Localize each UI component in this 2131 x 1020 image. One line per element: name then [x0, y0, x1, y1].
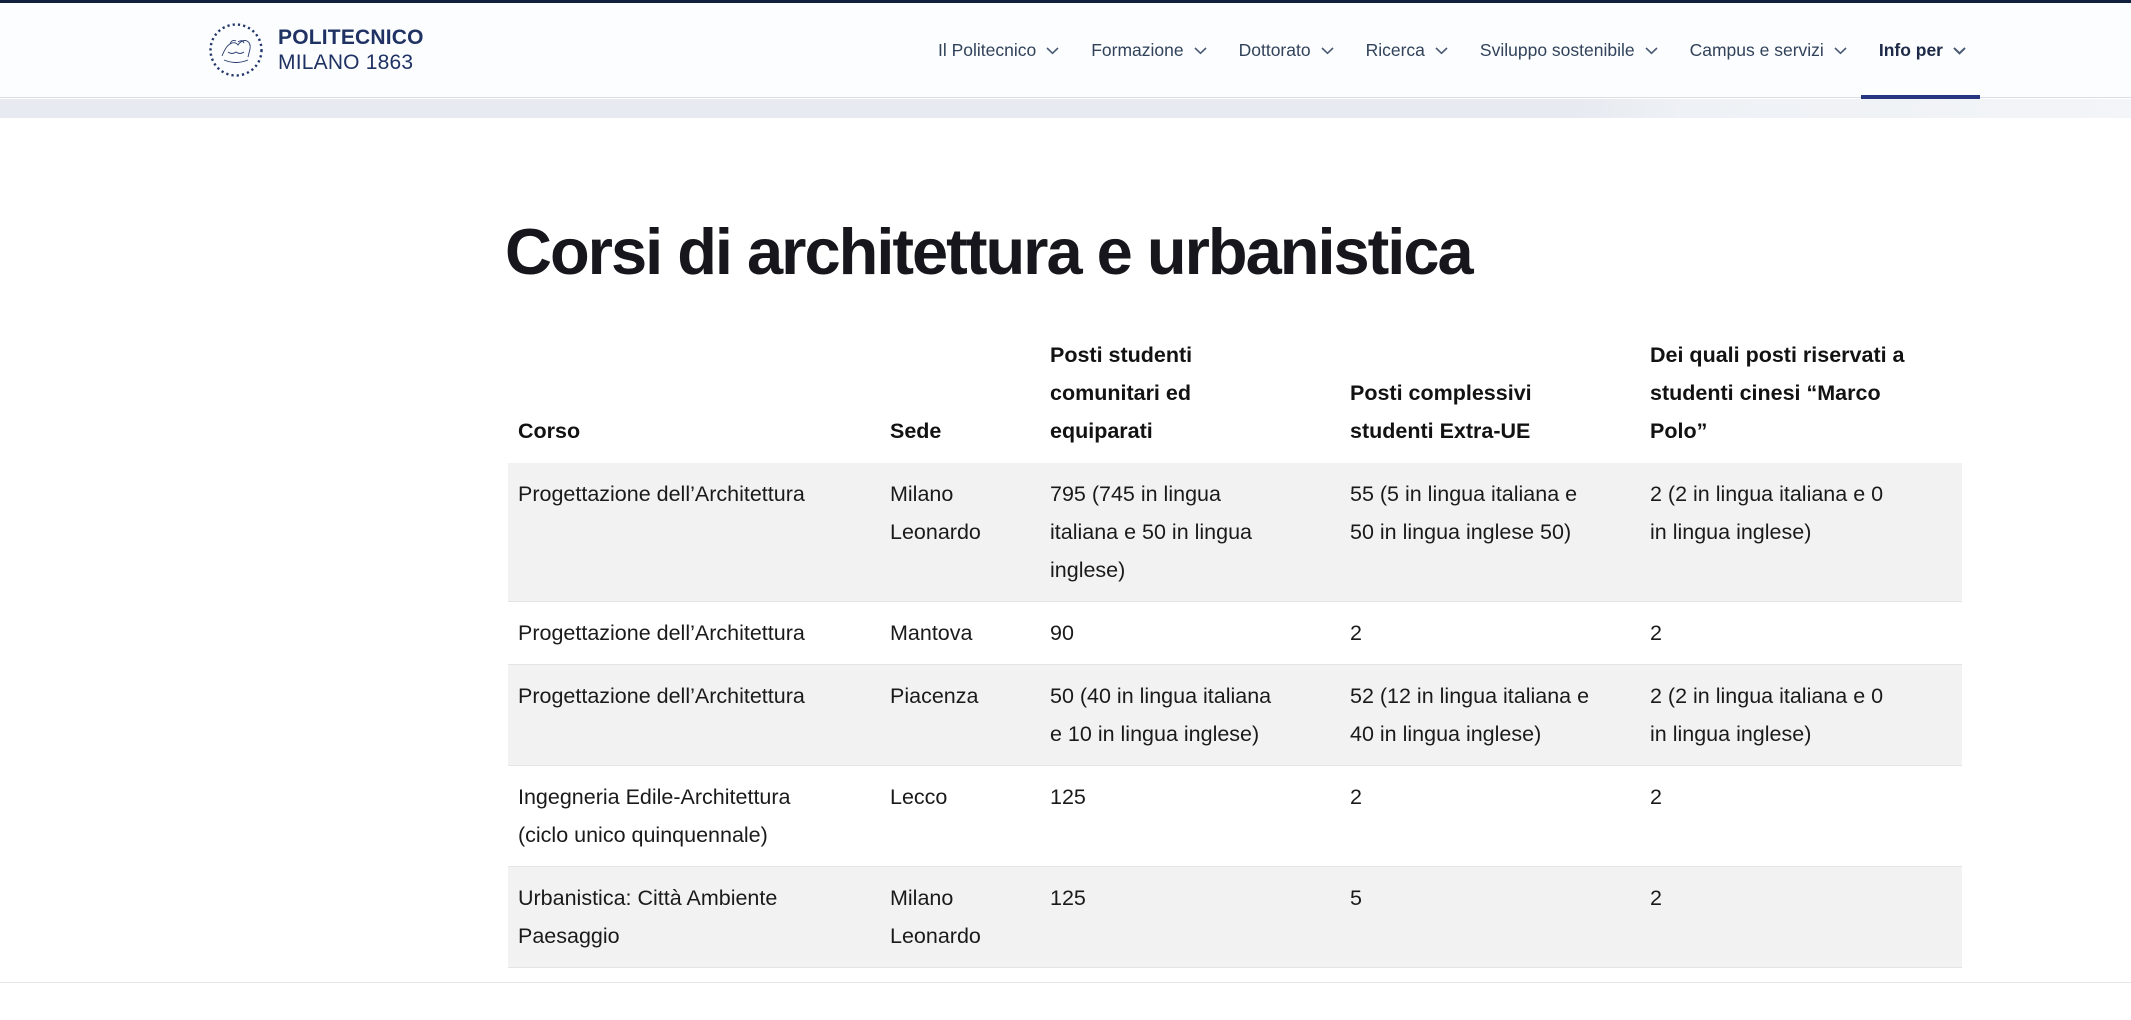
chevron-down-icon	[1194, 47, 1207, 55]
nav-item-dottorato[interactable]: Dottorato	[1239, 3, 1334, 98]
cell-posti-marco-polo: 2	[1640, 766, 1962, 867]
table-row: Urbanistica: Città Ambiente Paesaggio Mi…	[508, 867, 1962, 968]
cell-posti-comunitari: 90	[1040, 602, 1340, 665]
nav-item-label: Info per	[1879, 40, 1943, 61]
section-divider	[0, 982, 2131, 983]
cell-posti-comunitari: 795 (745 in lingua italiana e 50 in ling…	[1040, 463, 1340, 602]
chevron-down-icon	[1321, 47, 1334, 55]
nav-item-label: Ricerca	[1366, 40, 1425, 61]
page-title: Corsi di architettura e urbanistica	[505, 215, 1472, 290]
cell-corso: Progettazione dell’Architettura	[508, 665, 880, 766]
column-header-posti-marco-polo: Dei quali posti riservati a studenti cin…	[1640, 336, 1962, 463]
cell-posti-marco-polo: 2	[1640, 602, 1962, 665]
nav-item-formazione[interactable]: Formazione	[1091, 3, 1206, 98]
logo-line2: MILANO 1863	[278, 50, 424, 75]
polimi-logo[interactable]: POLITECNICO MILANO 1863	[208, 22, 424, 78]
cell-sede: Milano Leonardo	[880, 867, 1040, 968]
table-row: Progettazione dell’Architettura Mantova …	[508, 602, 1962, 665]
courses-table: Corso Sede Posti studenti comunitari ed …	[508, 336, 1962, 968]
cell-posti-extra-ue: 55 (5 in lingua italiana e 50 in lingua …	[1340, 463, 1640, 602]
cell-posti-extra-ue: 2	[1340, 602, 1640, 665]
polimi-seal-icon	[208, 22, 264, 78]
nav-item-ricerca[interactable]: Ricerca	[1366, 3, 1448, 98]
cell-posti-marco-polo: 2 (2 in lingua italiana e 0 in lingua in…	[1640, 665, 1962, 766]
chevron-down-icon	[1834, 47, 1847, 55]
cell-posti-marco-polo: 2	[1640, 867, 1962, 968]
table-header-row: Corso Sede Posti studenti comunitari ed …	[508, 336, 1962, 463]
nav-item-label: Formazione	[1091, 40, 1183, 61]
table-row: Progettazione dell’Architettura Piacenza…	[508, 665, 1962, 766]
cell-sede: Piacenza	[880, 665, 1040, 766]
nav-item-label: Sviluppo sostenibile	[1480, 40, 1635, 61]
nav-item-sviluppo-sostenibile[interactable]: Sviluppo sostenibile	[1480, 3, 1658, 98]
nav-item-label: Campus e servizi	[1690, 40, 1824, 61]
nav-item-campus-e-servizi[interactable]: Campus e servizi	[1690, 3, 1847, 98]
chevron-down-icon	[1046, 47, 1059, 55]
cell-sede: Milano Leonardo	[880, 463, 1040, 602]
cell-corso: Progettazione dell’Architettura	[508, 602, 880, 665]
nav-item-info-per[interactable]: Info per	[1879, 3, 1966, 98]
nav-item-il-politecnico[interactable]: Il Politecnico	[938, 3, 1059, 98]
chevron-down-icon	[1435, 47, 1448, 55]
cell-posti-comunitari: 50 (40 in lingua italiana e 10 in lingua…	[1040, 665, 1340, 766]
cell-posti-extra-ue: 52 (12 in lingua italiana e 40 in lingua…	[1340, 665, 1640, 766]
column-header-sede: Sede	[880, 336, 1040, 463]
logo-line1: POLITECNICO	[278, 25, 424, 50]
cell-posti-comunitari: 125	[1040, 867, 1340, 968]
cell-corso: Urbanistica: Città Ambiente Paesaggio	[508, 867, 880, 968]
cell-sede: Lecco	[880, 766, 1040, 867]
table-row: Ingegneria Edile-Architettura (ciclo uni…	[508, 766, 1962, 867]
main-nav: Il Politecnico Formazione Dottorato Rice…	[938, 3, 1966, 98]
table-row: Progettazione dell’Architettura Milano L…	[508, 463, 1962, 602]
logo-wordmark: POLITECNICO MILANO 1863	[278, 25, 424, 75]
cell-sede: Mantova	[880, 602, 1040, 665]
column-header-posti-comunitari: Posti studenti comunitari ed equiparati	[1040, 336, 1340, 463]
column-header-posti-extra-ue: Posti complessivi studenti Extra-UE	[1340, 336, 1640, 463]
cell-posti-extra-ue: 5	[1340, 867, 1640, 968]
nav-item-label: Dottorato	[1239, 40, 1311, 61]
chevron-down-icon	[1645, 47, 1658, 55]
column-header-corso: Corso	[508, 336, 880, 463]
nav-item-label: Il Politecnico	[938, 40, 1036, 61]
site-header: POLITECNICO MILANO 1863 Il Politecnico F…	[0, 3, 2131, 98]
cell-posti-extra-ue: 2	[1340, 766, 1640, 867]
cell-corso: Ingegneria Edile-Architettura (ciclo uni…	[508, 766, 880, 867]
chevron-down-icon	[1953, 47, 1966, 55]
cell-corso: Progettazione dell’Architettura	[508, 463, 880, 602]
hero-band	[0, 99, 2131, 118]
cell-posti-marco-polo: 2 (2 in lingua italiana e 0 in lingua in…	[1640, 463, 1962, 602]
cell-posti-comunitari: 125	[1040, 766, 1340, 867]
